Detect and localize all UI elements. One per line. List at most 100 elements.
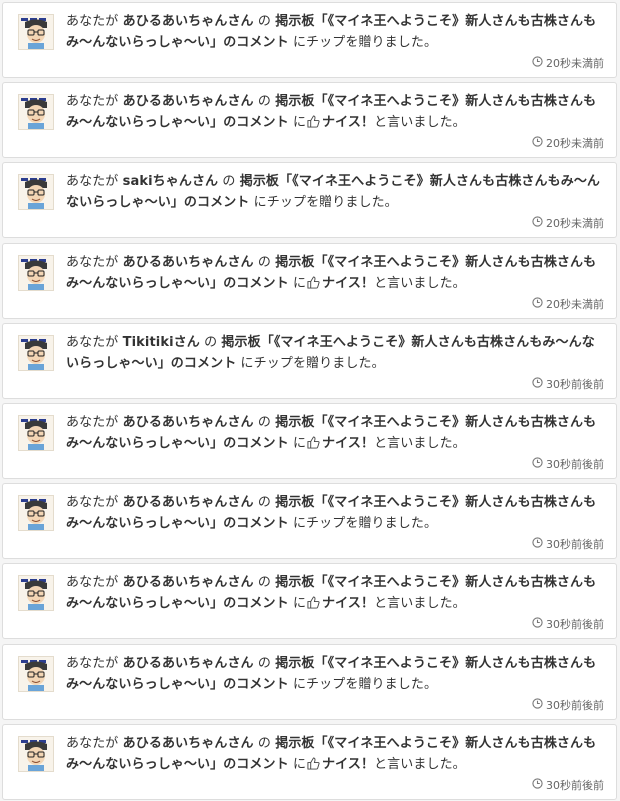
- user-link[interactable]: あひるあいちゃんさん: [123, 14, 254, 29]
- message-prefix: あなたが: [66, 254, 119, 270]
- user-link[interactable]: あひるあいちゃんさん: [123, 495, 254, 510]
- nice-label: ナイス！: [322, 115, 375, 131]
- notification-item[interactable]: あなたが Tikitikiさん の 掲示板「《マイネ王へようこそ》新人さんも古株…: [2, 322, 617, 399]
- user-link[interactable]: Tikitikiさん: [123, 335, 200, 350]
- notification-item[interactable]: あなたが あひるあいちゃんさん の 掲示板「《マイネ王へようこそ》新人さんも古株…: [2, 242, 617, 319]
- message-suffix: と言いました。: [374, 275, 466, 291]
- nice-label: ナイス！: [322, 275, 375, 291]
- notification-message: あなたが あひるあいちゃんさん の 掲示板「《マイネ王へようこそ》新人さんも古株…: [66, 91, 606, 133]
- tip-label: チップ: [306, 35, 346, 50]
- message-connector: に: [292, 516, 307, 532]
- user-link[interactable]: あひるあいちゃんさん: [123, 415, 254, 430]
- notification-item[interactable]: あなたが あひるあいちゃんさん の 掲示板「《マイネ王へようこそ》新人さんも古株…: [2, 82, 617, 159]
- clock-icon: [532, 617, 543, 631]
- message-prefix: あなたが: [66, 735, 119, 751]
- notification-item[interactable]: あなたが あひるあいちゃんさん の 掲示板「《マイネ王へようこそ》新人さんも古株…: [2, 403, 617, 479]
- message-prefix: あなたが: [66, 575, 119, 591]
- message-suffix: を贈りました。: [345, 35, 438, 50]
- nice-label: ナイス！: [322, 756, 375, 772]
- user-link[interactable]: あひるあいちゃんさん: [123, 94, 254, 109]
- avatar[interactable]: [18, 334, 54, 371]
- timestamp-text: 20秒未満前: [546, 137, 604, 151]
- notification-message: あなたが あひるあいちゃんさん の 掲示板「《マイネ王へようこそ》新人さんも古株…: [66, 252, 606, 294]
- timestamp-text: 30秒前後前: [546, 377, 604, 391]
- avatar[interactable]: [18, 94, 54, 131]
- notification-message: あなたが sakiちゃんさん の 掲示板「《マイネ王へようこそ》新人さんも古株さ…: [66, 171, 606, 213]
- message-connector: の: [257, 415, 271, 430]
- clock-icon: [532, 537, 543, 551]
- tip-label: チップ: [306, 676, 346, 692]
- notification-item[interactable]: あなたが sakiちゃんさん の 掲示板「《マイネ王へようこそ》新人さんも古株さ…: [2, 162, 617, 239]
- timestamp-text: 30秒前後前: [546, 618, 604, 632]
- notification-item[interactable]: あなたが あひるあいちゃんさん の 掲示板「《マイネ王へようこそ》新人さんも古株…: [2, 643, 617, 720]
- timestamp: 20秒未満前: [532, 215, 604, 231]
- message-prefix: あなたが: [66, 415, 119, 430]
- timestamp: 30秒前後前: [532, 536, 604, 552]
- timestamp-text: 30秒前後前: [546, 698, 604, 712]
- timestamp-text: 20秒未満前: [546, 297, 604, 311]
- notification-message: あなたが あひるあいちゃんさん の 掲示板「《マイネ王へようこそ》新人さんも古株…: [66, 492, 606, 534]
- thumbs-up-icon: [306, 596, 322, 611]
- notification-item[interactable]: あなたが あひるあいちゃんさん の 掲示板「《マイネ王へようこそ》新人さんも古株…: [2, 483, 617, 560]
- message-suffix: を贈りました。: [345, 676, 438, 692]
- user-link[interactable]: あひるあいちゃんさん: [123, 736, 254, 751]
- message-connector: の: [204, 334, 218, 350]
- avatar[interactable]: [18, 254, 54, 291]
- message-connector: の: [257, 655, 271, 671]
- timestamp-text: 20秒未満前: [546, 57, 604, 70]
- message-suffix: を贈りました。: [306, 195, 398, 211]
- user-link[interactable]: sakiちゃんさん: [123, 174, 219, 189]
- message-connector: に: [292, 756, 307, 772]
- clock-icon: [532, 457, 543, 471]
- message-connector: に: [292, 115, 307, 131]
- thumbs-up-icon: [306, 757, 322, 772]
- timestamp: 30秒前後前: [532, 456, 604, 472]
- avatar[interactable]: [18, 735, 54, 772]
- timestamp-text: 30秒前後前: [546, 778, 604, 792]
- user-link[interactable]: あひるあいちゃんさん: [123, 255, 254, 270]
- avatar[interactable]: [18, 655, 54, 692]
- message-connector: の: [257, 495, 271, 511]
- clock-icon: [532, 697, 543, 712]
- notification-item[interactable]: あなたが あひるあいちゃんさん の 掲示板「《マイネ王へようこそ》新人さんも古株…: [2, 563, 617, 640]
- message-connector: の: [257, 94, 271, 110]
- nice-label: ナイス！: [322, 596, 375, 612]
- message-prefix: あなたが: [66, 655, 119, 671]
- clock-icon: [532, 296, 543, 311]
- message-suffix: を贈りました。: [292, 355, 385, 371]
- clock-icon: [532, 56, 543, 70]
- message-prefix: あなたが: [66, 334, 119, 350]
- message-connector: に: [253, 195, 267, 211]
- message-connector: に: [292, 275, 307, 291]
- avatar[interactable]: [18, 174, 54, 211]
- tip-label: チップ: [253, 355, 293, 371]
- timestamp: 20秒未満前: [532, 296, 604, 312]
- avatar[interactable]: [18, 495, 54, 532]
- message-suffix: と言いました。: [374, 436, 466, 451]
- avatar[interactable]: [18, 575, 54, 612]
- message-suffix: と言いました。: [374, 756, 466, 772]
- notification-message: あなたが あひるあいちゃんさん の 掲示板「《マイネ王へようこそ》新人さんも古株…: [66, 11, 606, 53]
- notification-message: あなたが あひるあいちゃんさん の 掲示板「《マイネ王へようこそ》新人さんも古株…: [66, 733, 606, 775]
- notification-item[interactable]: あなたが あひるあいちゃんさん の 掲示板「《マイネ王へようこそ》新人さんも古株…: [2, 2, 617, 78]
- clock-icon: [532, 136, 543, 150]
- message-suffix: と言いました。: [374, 115, 466, 131]
- clock-icon: [532, 377, 543, 391]
- timestamp-text: 30秒前後前: [546, 458, 604, 471]
- avatar[interactable]: [18, 14, 54, 50]
- message-connector: に: [292, 35, 307, 50]
- clock-icon: [532, 778, 543, 792]
- notification-message: あなたが あひるあいちゃんさん の 掲示板「《マイネ王へようこそ》新人さんも古株…: [66, 653, 606, 695]
- message-prefix: あなたが: [66, 174, 119, 190]
- user-link[interactable]: あひるあいちゃんさん: [123, 575, 254, 590]
- timestamp: 20秒未満前: [532, 135, 604, 151]
- thumbs-up-icon: [306, 276, 322, 291]
- tip-label: チップ: [306, 516, 346, 532]
- avatar[interactable]: [18, 415, 54, 451]
- clock-icon: [532, 216, 543, 230]
- notification-item[interactable]: あなたが あひるあいちゃんさん の 掲示板「《マイネ王へようこそ》新人さんも古株…: [2, 723, 617, 800]
- user-link[interactable]: あひるあいちゃんさん: [123, 656, 254, 671]
- message-connector: の: [257, 575, 271, 591]
- message-suffix: を贈りました。: [345, 516, 438, 532]
- timestamp: 30秒前後前: [532, 616, 604, 632]
